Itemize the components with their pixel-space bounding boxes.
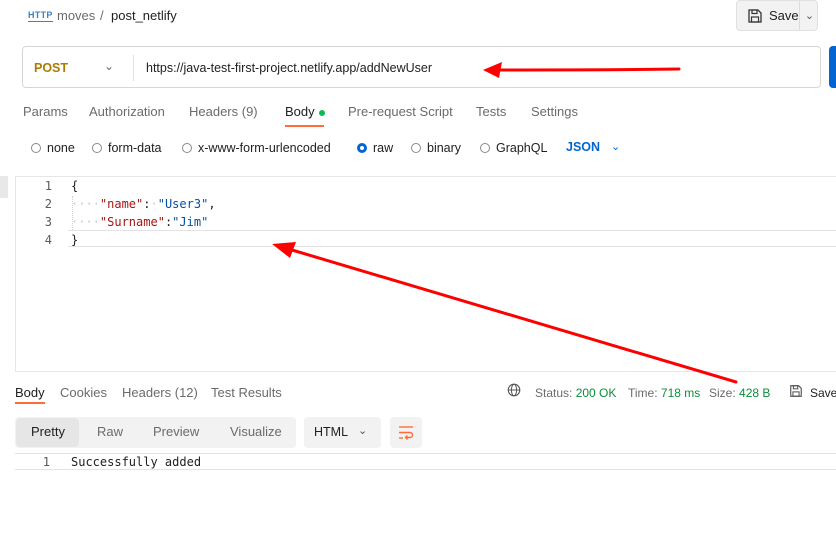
save-response-icon[interactable] [789,384,803,398]
tab-tests[interactable]: Tests [476,104,506,119]
radio-icon [480,143,490,153]
url-input[interactable]: https://java-test-first-project.netlify.… [146,61,432,75]
save-button[interactable]: Save ⌄ [736,0,818,31]
response-tab-body[interactable]: Body [15,385,45,400]
time-label: Time: [628,386,658,400]
radio-label: GraphQL [496,141,548,155]
json-value: "User3" [157,197,209,211]
size-label: Size: [709,386,736,400]
save-options-chevron-icon[interactable]: ⌄ [799,1,819,30]
view-visualize[interactable]: Visualize [230,424,282,439]
save-icon [748,8,762,23]
radio-icon [182,143,192,153]
method-chevron-down-icon[interactable]: ⌄ [104,59,114,73]
json-key: "name" [99,197,144,211]
response-body-text: Successfully added [71,455,202,469]
tab-headers[interactable]: Headers (9) [189,104,258,119]
code-line-1: { [71,179,79,193]
radio-label: binary [427,141,462,155]
radio-icon [411,143,421,153]
save-label: Save [769,8,799,23]
response-line-number: 1 [42,455,50,469]
response-status[interactable]: Status: 200 OK [535,386,616,400]
body-type-none[interactable]: none [31,141,75,155]
status-value: 200 OK [575,386,617,400]
json-key: "Surname" [99,215,165,229]
radio-label: none [47,141,75,155]
wrap-lines-button[interactable] [390,417,422,448]
json-comma: , [208,197,216,211]
response-size[interactable]: Size: 428 B [709,386,770,400]
response-format-chevron-down-icon: ⌄ [358,425,368,437]
radio-icon [31,143,41,153]
tab-body-label: Body [285,104,315,119]
raw-format-select[interactable]: JSON [566,140,600,154]
breadcrumb-collection[interactable]: moves [57,8,95,23]
radio-icon [92,143,102,153]
body-type-graphql[interactable]: GraphQL [480,141,547,155]
json-value: "Jim" [172,215,209,229]
response-tab-headers[interactable]: Headers (12) [122,385,198,400]
tab-authorization[interactable]: Authorization [89,104,165,119]
method-divider [133,55,134,81]
json-colon: : [143,197,151,211]
request-name[interactable]: post_netlify [111,8,177,23]
tab-settings[interactable]: Settings [531,104,578,119]
wrap-lines-icon [399,426,414,440]
radio-label: x-www-form-urlencoded [198,141,331,155]
line-number: 1 [44,179,52,193]
view-pretty[interactable]: Pretty [31,424,65,439]
save-response-button[interactable]: Save [810,386,836,400]
size-value: 428 B [739,386,771,400]
http-request-icon: HTTP [28,10,53,22]
tab-pre-request-script[interactable]: Pre-request Script [348,104,453,119]
body-type-raw[interactable]: raw [357,141,393,155]
raw-format-chevron-down-icon[interactable]: ⌄ [611,140,620,153]
code-line-2: ····"name":·"User3", [71,197,216,211]
radio-label: raw [373,141,394,155]
response-tab-cookies[interactable]: Cookies [60,385,107,400]
view-raw[interactable]: Raw [97,424,123,439]
status-label: Status: [535,386,573,400]
tab-params[interactable]: Params [23,104,68,119]
sidebar-collapse-handle[interactable] [0,176,8,198]
response-active-tab-indicator [15,402,45,404]
current-line-highlight [68,230,836,247]
response-tab-test-results[interactable]: Test Results [211,385,282,400]
code-line-4: } [71,233,79,247]
time-value: 718 ms [660,386,701,400]
send-button[interactable] [829,46,836,88]
view-preview[interactable]: Preview [153,424,199,439]
response-time[interactable]: Time: 718 ms [628,386,700,400]
code-line-3: ····"Surname":"Jim" [71,215,209,229]
active-tab-indicator [285,125,324,127]
breadcrumb-separator: / [100,8,104,23]
body-modified-dot-icon [318,109,325,116]
body-type-form-data[interactable]: form-data [92,141,162,155]
line-number: 2 [44,197,52,211]
line-number: 3 [44,215,52,229]
radio-label: form-data [108,141,162,155]
method-select[interactable]: POST [34,61,68,75]
tab-body[interactable]: Body [285,104,325,119]
line-number: 4 [44,233,52,247]
body-type-urlencoded[interactable]: x-www-form-urlencoded [182,141,331,155]
response-format-label: HTML [314,425,349,439]
body-type-binary[interactable]: binary [411,141,461,155]
radio-selected-icon [357,143,367,153]
globe-icon[interactable] [507,383,521,397]
